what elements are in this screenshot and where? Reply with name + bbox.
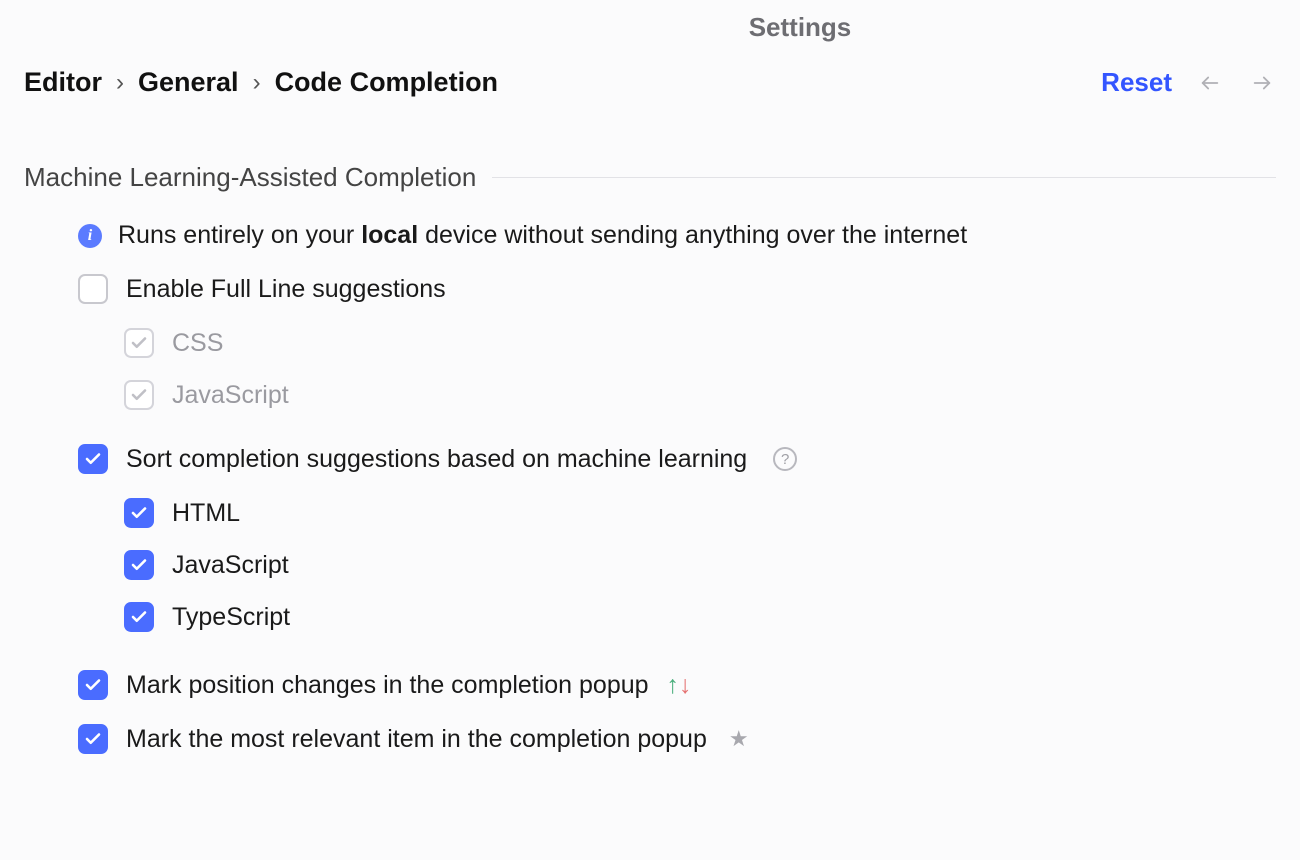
nav-forward-icon[interactable] [1248, 69, 1276, 97]
mark-relevant-checkbox[interactable] [78, 724, 108, 754]
sort-ml-js-checkbox[interactable] [124, 550, 154, 580]
mark-position-checkbox[interactable] [78, 670, 108, 700]
sort-ml-ts-label: TypeScript [172, 603, 290, 632]
breadcrumb-item-editor[interactable]: Editor [24, 67, 102, 98]
sort-ml-ts-checkbox[interactable] [124, 602, 154, 632]
breadcrumb: Editor › General › Code Completion [24, 67, 498, 98]
breadcrumb-separator: › [253, 69, 261, 97]
sort-ml-html-checkbox[interactable] [124, 498, 154, 528]
sort-ml-label: Sort completion suggestions based on mac… [126, 445, 747, 474]
sort-ml-html-label: HTML [172, 499, 240, 528]
section-divider [492, 177, 1276, 178]
full-line-js-checkbox [124, 380, 154, 410]
full-line-css-checkbox [124, 328, 154, 358]
star-icon: ★ [729, 726, 749, 752]
breadcrumb-item-code-completion[interactable]: Code Completion [275, 67, 499, 98]
section-title: Machine Learning-Assisted Completion [24, 162, 476, 193]
page-title: Settings [749, 12, 852, 43]
sort-ml-js-label: JavaScript [172, 551, 289, 580]
sort-ml-checkbox[interactable] [78, 444, 108, 474]
breadcrumb-separator: › [116, 69, 124, 97]
up-down-arrows-icon: ↑↓ [667, 671, 692, 700]
mark-position-label: Mark position changes in the completion … [126, 671, 649, 700]
full-line-css-label: CSS [172, 329, 223, 358]
enable-full-line-checkbox[interactable] [78, 274, 108, 304]
info-text: Runs entirely on your local device witho… [118, 221, 967, 250]
full-line-js-label: JavaScript [172, 381, 289, 410]
help-icon[interactable]: ? [773, 447, 797, 471]
reset-button[interactable]: Reset [1101, 67, 1172, 98]
info-icon: i [78, 224, 102, 248]
mark-relevant-label: Mark the most relevant item in the compl… [126, 725, 707, 754]
enable-full-line-label: Enable Full Line suggestions [126, 275, 446, 304]
nav-back-icon[interactable] [1196, 69, 1224, 97]
breadcrumb-item-general[interactable]: General [138, 67, 239, 98]
